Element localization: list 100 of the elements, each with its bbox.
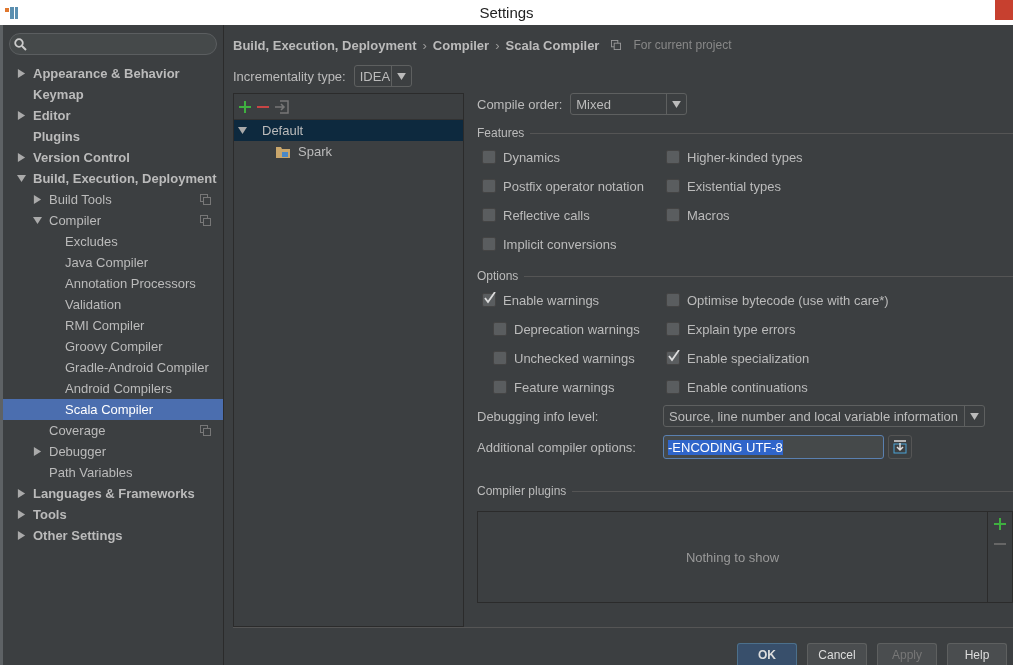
compiler-options-field[interactable]: -ENCODING UTF-8: [663, 435, 884, 459]
checkbox[interactable]: Feature warnings: [482, 377, 666, 397]
breadcrumb-item: Compiler: [432, 37, 490, 53]
app-logo-icon: [5, 5, 19, 20]
checkbox[interactable]: Implicit conversions: [482, 234, 666, 254]
caret-icon: [396, 72, 406, 80]
section-title: Compiler plugins: [477, 484, 567, 498]
sidebar-item[interactable]: Editor: [3, 105, 223, 126]
add-icon[interactable]: [239, 100, 251, 113]
sidebar-item[interactable]: Languages & Frameworks: [3, 483, 223, 504]
sidebar-item[interactable]: Validation: [3, 294, 223, 315]
checkbox[interactable]: Higher-kinded types: [666, 147, 966, 167]
checkmark-icon: [484, 292, 496, 304]
sidebar-item[interactable]: Tools: [3, 504, 223, 525]
checkbox-box[interactable]: [493, 351, 507, 365]
sidebar-item[interactable]: Coverage: [3, 420, 223, 441]
field-label: Compile order:: [477, 96, 563, 112]
checkbox-box[interactable]: [482, 179, 496, 193]
sidebar-item[interactable]: Debugger: [3, 441, 223, 462]
field-label: Incrementality type:: [233, 68, 346, 84]
profile-item[interactable]: Default: [234, 120, 463, 141]
field-label: Additional compiler options:: [477, 439, 637, 455]
collapse-icon[interactable]: [238, 126, 247, 135]
expand-icon[interactable]: [17, 531, 26, 540]
sidebar-item[interactable]: Scala Compiler: [3, 399, 223, 420]
checkbox[interactable]: Macros: [666, 205, 966, 225]
checkbox-box[interactable]: [666, 322, 680, 336]
checkbox[interactable]: Existential types: [666, 176, 966, 196]
breadcrumb-item: Scala Compiler: [505, 37, 600, 53]
checkbox-box[interactable]: [482, 208, 496, 222]
section-title: Features: [477, 126, 525, 140]
profile-item[interactable]: Spark: [234, 141, 463, 162]
checkbox-box[interactable]: [666, 179, 680, 193]
expand-icon[interactable]: [17, 489, 26, 498]
sidebar-item[interactable]: Version Control: [3, 147, 223, 168]
caret-icon: [672, 100, 682, 108]
checkbox-box[interactable]: [493, 380, 507, 394]
expand-icon[interactable]: [17, 153, 26, 162]
checkbox[interactable]: Enable specialization: [666, 348, 966, 368]
checkbox-box[interactable]: [666, 380, 680, 394]
checkbox-box[interactable]: [666, 293, 680, 307]
sidebar-item[interactable]: Path Variables: [3, 462, 223, 483]
sidebar-item[interactable]: Build, Execution, Deployment: [3, 168, 223, 189]
sidebar-item[interactable]: Plugins: [3, 126, 223, 147]
expand-icon[interactable]: [17, 69, 26, 78]
checkbox[interactable]: Reflective calls: [482, 205, 666, 225]
sidebar-item[interactable]: Appearance & Behavior: [3, 63, 223, 84]
sidebar-item[interactable]: Android Compilers: [3, 378, 223, 399]
checkbox[interactable]: Enable continuations: [666, 377, 966, 397]
move-to-icon[interactable]: [275, 99, 289, 114]
checkbox-box[interactable]: [666, 208, 680, 222]
checkbox[interactable]: Dynamics: [482, 147, 666, 167]
search-icon: [14, 37, 27, 51]
expand-icon[interactable]: [33, 447, 42, 456]
checkbox[interactable]: Unchecked warnings: [482, 348, 666, 368]
copy-icon: [611, 40, 622, 50]
checkbox-box[interactable]: [493, 322, 507, 336]
checkbox[interactable]: Postfix operator notation: [482, 176, 666, 196]
sidebar-item[interactable]: Keymap: [3, 84, 223, 105]
checkbox-box[interactable]: [666, 150, 680, 164]
sidebar-item[interactable]: Java Compiler: [3, 252, 223, 273]
collapse-icon[interactable]: [17, 174, 26, 183]
field-label: Debugging info level:: [477, 408, 600, 424]
dialog-button[interactable]: Help: [947, 643, 1007, 665]
sidebar-item[interactable]: Excludes: [3, 231, 223, 252]
expand-field-button[interactable]: [888, 435, 912, 459]
sidebar-item[interactable]: Gradle-Android Compiler: [3, 357, 223, 378]
sidebar-item[interactable]: Other Settings: [3, 525, 223, 546]
search-field[interactable]: [9, 33, 217, 55]
breadcrumb-separator: ›: [422, 37, 427, 53]
module-folder-icon: [276, 145, 290, 158]
incrementality-dropdown[interactable]: IDEA: [353, 65, 412, 87]
dialog-button[interactable]: Cancel: [807, 643, 867, 665]
breadcrumb-item: Build, Execution, Deployment: [233, 37, 417, 53]
expand-icon[interactable]: [33, 195, 42, 204]
window-title: Settings: [479, 4, 534, 21]
checkbox-box[interactable]: [482, 293, 496, 307]
expand-icon[interactable]: [17, 111, 26, 120]
debug-level-dropdown[interactable]: Source, line number and local variable information: [663, 405, 985, 427]
checkbox-box[interactable]: [666, 351, 680, 365]
checkbox-box[interactable]: [482, 150, 496, 164]
checkbox[interactable]: Enable warnings: [482, 290, 666, 310]
compile-order-dropdown[interactable]: Mixed: [570, 93, 688, 115]
checkbox[interactable]: Optimise bytecode (use with care*): [666, 290, 966, 310]
collapse-icon[interactable]: [33, 216, 42, 225]
section-title: Options: [477, 269, 519, 283]
sidebar-item[interactable]: Groovy Compiler: [3, 336, 223, 357]
checkbox[interactable]: Deprecation warnings: [482, 319, 666, 339]
add-icon[interactable]: [994, 518, 1006, 530]
sidebar-item[interactable]: RMI Compiler: [3, 315, 223, 336]
dialog-button[interactable]: OK: [737, 643, 797, 665]
empty-message: Nothing to show: [685, 549, 780, 565]
sidebar-item[interactable]: Annotation Processors: [3, 273, 223, 294]
sidebar-item[interactable]: Compiler: [3, 210, 223, 231]
checkbox[interactable]: Explain type errors: [666, 319, 966, 339]
checkmark-icon: [668, 350, 680, 362]
sidebar-item[interactable]: Build Tools: [3, 189, 223, 210]
insert-icon: [893, 440, 907, 454]
expand-icon[interactable]: [17, 510, 26, 519]
checkbox-box[interactable]: [482, 237, 496, 251]
